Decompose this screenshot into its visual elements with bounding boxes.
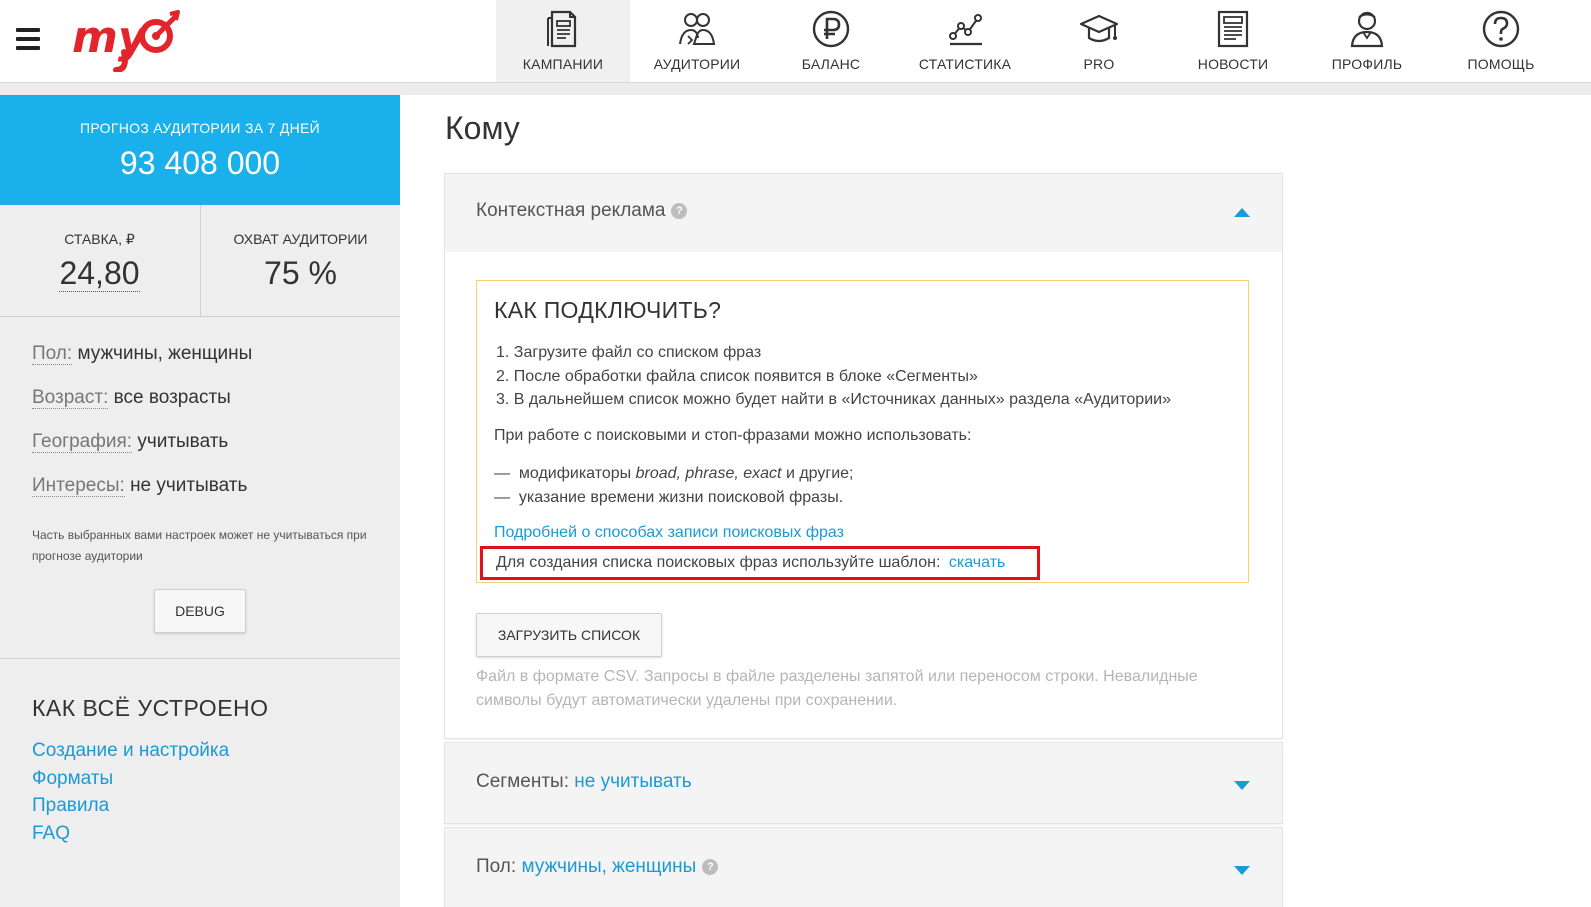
nav-news[interactable]: НОВОСТИ (1166, 0, 1300, 82)
segments-header[interactable]: Сегменты: не учитывать (445, 743, 1282, 823)
nav-label: КАМПАНИИ (522, 56, 604, 72)
nav-label: АУДИТОРИИ (653, 56, 741, 72)
debug-button[interactable]: DEBUG (154, 589, 246, 633)
param-gender: Пол: мужчины, женщины (32, 343, 382, 365)
howto-links: Создание и настройка Форматы Правила FAQ (32, 737, 229, 847)
nav-label: ПОМОЩЬ (1467, 56, 1535, 72)
page-title: Кому (445, 110, 520, 146)
howto-link-faq[interactable]: FAQ (32, 820, 229, 848)
nav-label: БАЛАНС (801, 56, 861, 72)
campaigns-icon (547, 10, 577, 48)
context-ads-header[interactable]: Контекстная реклама? (445, 174, 1282, 252)
help-icon (1482, 10, 1520, 48)
bid-stat: СТАВКА, ₽ 24,80 (0, 205, 199, 316)
template-download-row: Для создания списка поисковых фраз испол… (480, 546, 1040, 580)
nav-audiences[interactable]: АУДИТОРИИ (630, 0, 764, 82)
download-template-link[interactable]: скачать (949, 554, 1005, 571)
profile-icon (1350, 11, 1384, 48)
param-value: не учитывать (130, 475, 248, 496)
main-nav: КАМПАНИИ АУДИТОРИИ БАЛАНС СТАТИСТИКА PRO… (496, 0, 1568, 82)
info-title: КАК ПОДКЛЮЧИТЬ? (494, 297, 722, 323)
param-value: мужчины, женщины (77, 343, 253, 364)
howto-link-setup[interactable]: Создание и настройка (32, 737, 229, 765)
collapse-arrow-icon[interactable] (1234, 208, 1250, 217)
info-step: 3. В дальнейшем список можно будет найти… (496, 391, 1171, 408)
modifiers-list: — модификаторы broad, phrase, exact и др… (494, 462, 854, 510)
reach-stat: ОХВАТ АУДИТОРИИ 75 % (200, 205, 400, 316)
info-step: 2. После обработки файла список появится… (496, 367, 978, 385)
nav-profile[interactable]: ПРОФИЛЬ (1300, 0, 1434, 82)
audience-forecast: ПРОГНОЗ АУДИТОРИИ ЗА 7 ДНЕЙ 93 408 000 (0, 95, 400, 205)
param-interests: Интересы: не учитывать (32, 475, 382, 497)
segments-value[interactable]: не учитывать (574, 771, 691, 792)
nav-label: НОВОСТИ (1197, 56, 1269, 72)
how-to-connect-box: КАК ПОДКЛЮЧИТЬ? 1. Загрузите файл со спи… (476, 280, 1249, 583)
sidebar: ПРОГНОЗ АУДИТОРИИ ЗА 7 ДНЕЙ 93 408 000 С… (0, 95, 400, 907)
modifiers-intro: При работе с поисковыми и стоп-фразами м… (494, 427, 972, 444)
svg-text:my: my (72, 12, 149, 63)
howto-title: КАК ВСЁ УСТРОЕНО (32, 695, 269, 721)
param-age: Возраст: все возрасты (32, 387, 382, 409)
ruble-icon (812, 10, 850, 48)
context-ads-title: Контекстная реклама (476, 200, 666, 221)
param-key[interactable]: Возраст: (32, 387, 109, 409)
gender-card: Пол: мужчины, женщины? (445, 828, 1282, 907)
stats-panel: СТАВКА, ₽ 24,80 ОХВАТ АУДИТОРИИ 75 % (0, 205, 400, 317)
modifier-item: — указание времени жизни поисковой фразы… (494, 489, 844, 506)
nav-campaigns[interactable]: КАМПАНИИ (496, 0, 630, 82)
help-question-icon[interactable]: ? (702, 858, 719, 875)
sidebar-divider (0, 658, 400, 659)
param-key[interactable]: География: (32, 431, 133, 453)
phrase-format-link[interactable]: Подробней о способах записи поисковых фр… (494, 524, 844, 542)
howto-link-rules[interactable]: Правила (32, 792, 229, 820)
param-value: учитывать (137, 431, 229, 452)
expand-arrow-icon[interactable] (1234, 781, 1250, 790)
audiences-icon (679, 13, 716, 45)
top-bar: my КАМПАНИИ АУДИТОРИИ БАЛАНС СТАТИСТИКА … (0, 0, 1591, 83)
nav-balance[interactable]: БАЛАНС (764, 0, 898, 82)
forecast-value: 93 408 000 (119, 145, 281, 181)
segments-card: Сегменты: не учитывать (445, 743, 1282, 823)
forecast-label: ПРОГНОЗ АУДИТОРИИ ЗА 7 ДНЕЙ (79, 120, 321, 136)
forecast-note: Часть выбранных вами настроек может не у… (32, 528, 367, 563)
upload-list-button[interactable]: ЗАГРУЗИТЬ СПИСОК (476, 613, 662, 657)
reach-value: 75 % (264, 255, 337, 291)
graduation-cap-icon (1079, 14, 1119, 43)
reach-label: ОХВАТ АУДИТОРИИ (233, 231, 368, 247)
param-geography: География: учитывать (32, 431, 382, 453)
gender-header[interactable]: Пол: мужчины, женщины? (445, 828, 1282, 907)
context-ads-card: Контекстная реклама? КАК ПОДКЛЮЧИТЬ? 1. … (445, 174, 1282, 738)
gender-label: Пол: (476, 856, 517, 877)
expand-arrow-icon[interactable] (1234, 866, 1250, 875)
nav-statistics[interactable]: СТАТИСТИКА (898, 0, 1032, 82)
param-key[interactable]: Пол: (32, 343, 73, 365)
howto-link-formats[interactable]: Форматы (32, 765, 229, 793)
nav-label: СТАТИСТИКА (918, 56, 1012, 72)
param-value: все возрасты (113, 387, 231, 408)
nav-label: PRO (1083, 56, 1115, 72)
template-text: Для создания списка поисковых фраз испол… (496, 554, 941, 571)
modifier-item: — модификаторы broad, phrase, exact и др… (494, 465, 854, 482)
info-steps: 1. Загрузите файл со списком фраз 2. Пос… (496, 341, 1171, 412)
nav-help[interactable]: ПОМОЩЬ (1434, 0, 1568, 82)
news-icon (1217, 10, 1249, 48)
hamburger-menu-icon[interactable] (16, 28, 40, 50)
nav-label: ПРОФИЛЬ (1331, 56, 1403, 72)
help-question-icon[interactable]: ? (671, 202, 688, 219)
statistics-icon (949, 14, 982, 46)
param-key[interactable]: Интересы: (32, 475, 125, 497)
bid-label: СТАВКА, ₽ (64, 231, 135, 247)
upload-hint: Файл в формате CSV. Запросы в файле разд… (476, 668, 1198, 709)
mytarget-logo[interactable]: my (72, 8, 184, 72)
segments-label: Сегменты: (476, 771, 569, 792)
bid-value[interactable]: 24,80 (59, 255, 140, 292)
header-strip (0, 83, 1591, 95)
gender-value[interactable]: мужчины, женщины (521, 856, 696, 877)
nav-pro[interactable]: PRO (1032, 0, 1166, 82)
targeting-summary: Пол: мужчины, женщины Возраст: все возра… (32, 343, 382, 519)
info-step: 1. Загрузите файл со списком фраз (496, 344, 762, 361)
